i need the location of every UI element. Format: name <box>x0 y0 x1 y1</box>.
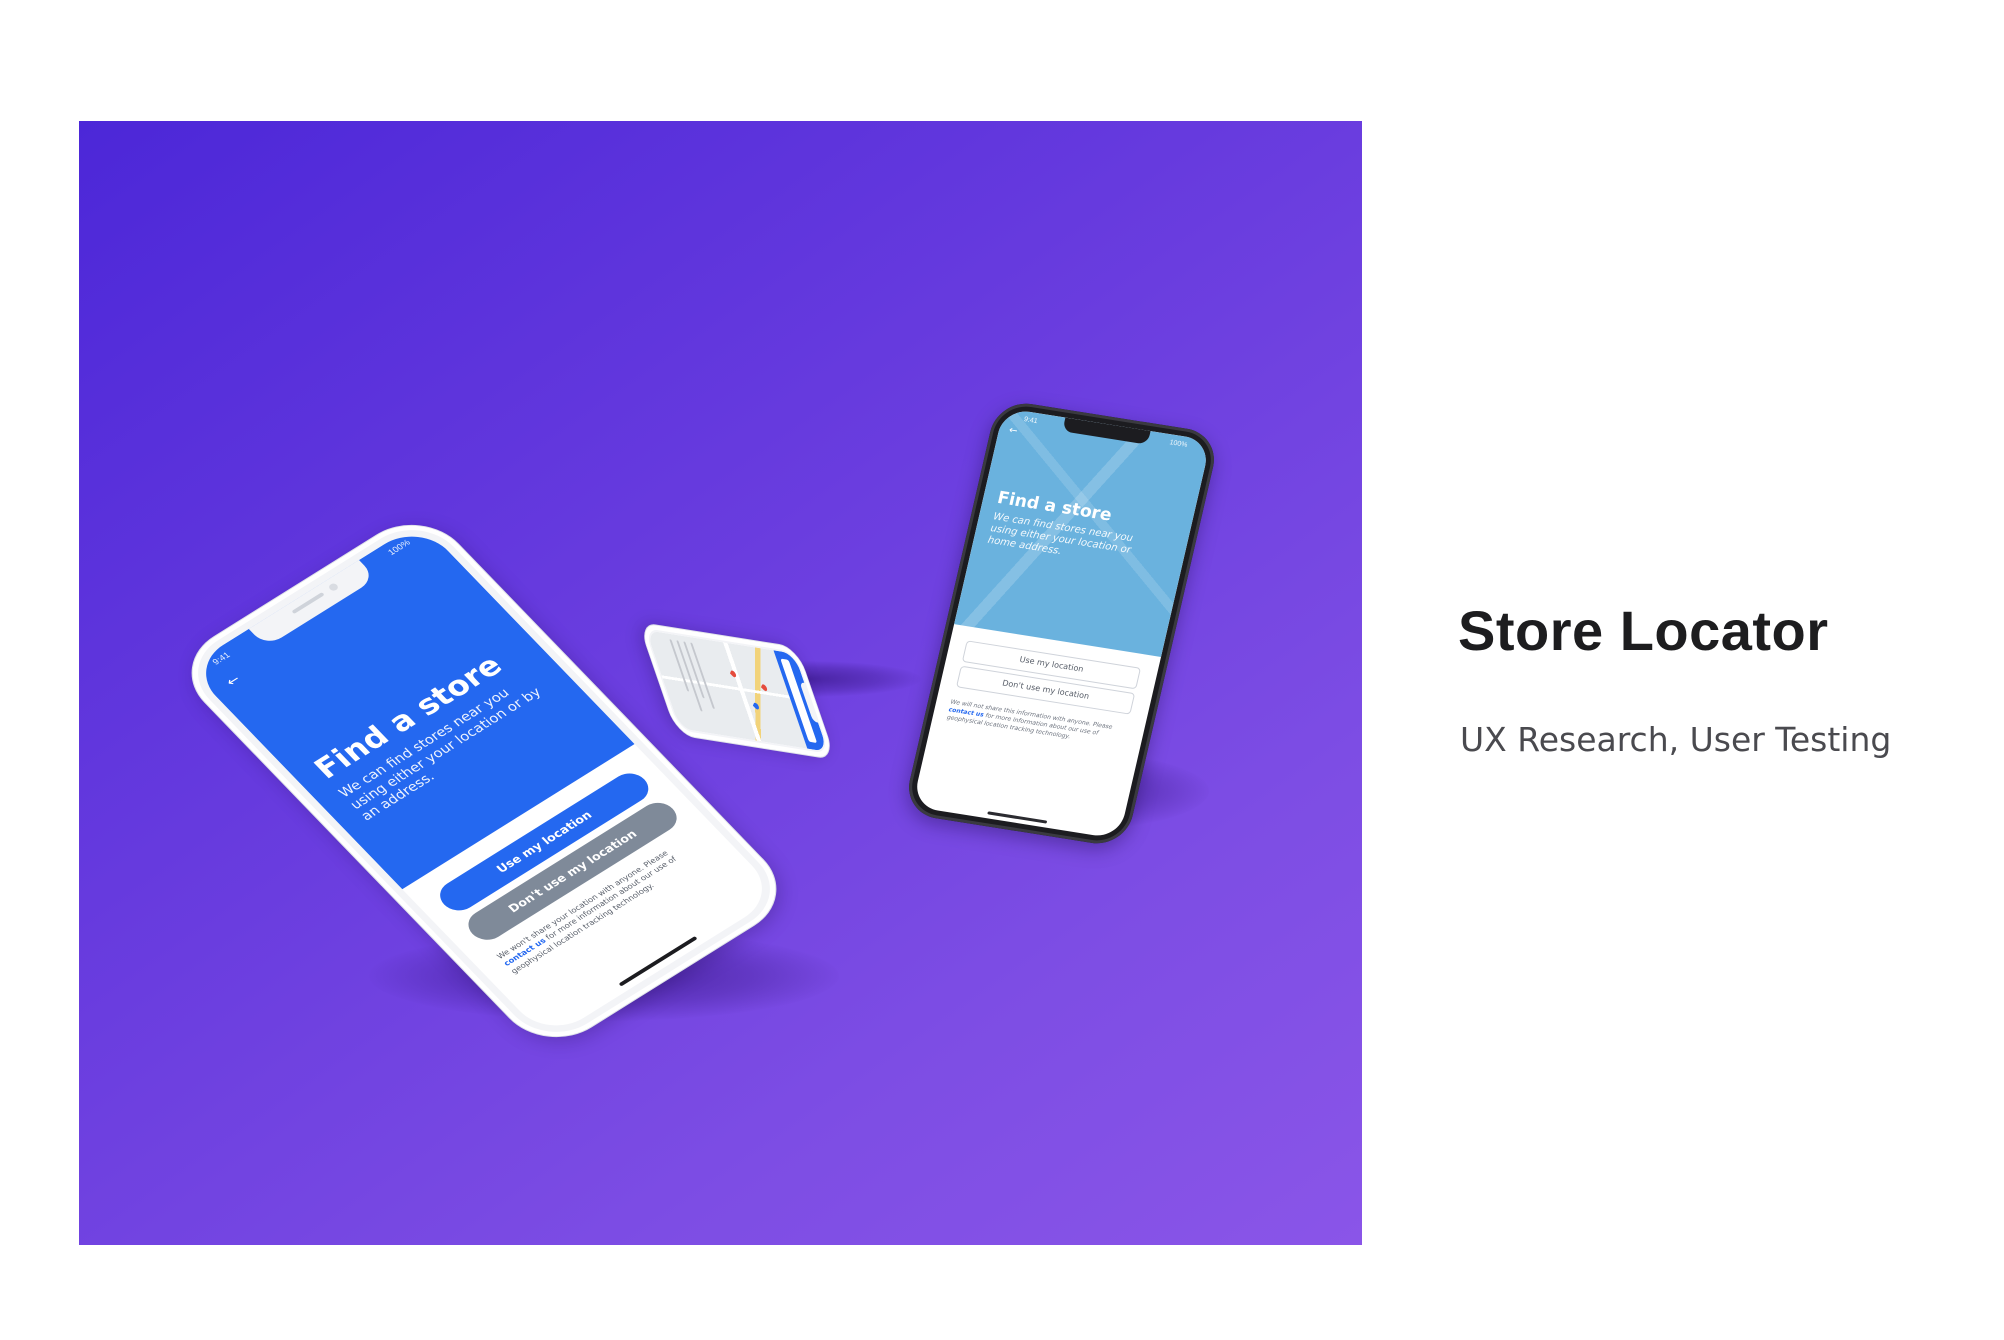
status-time: 9:41 <box>1023 416 1039 426</box>
back-arrow-icon[interactable]: ← <box>1008 425 1019 437</box>
phone-small-screen <box>645 630 829 752</box>
screen-header-area: 9:41 100% ← Find a store We can find sto… <box>954 407 1211 657</box>
front-camera <box>327 582 340 593</box>
status-time: 9:41 <box>210 650 232 667</box>
page: 9:41 100% ← Find a store We can find sto… <box>0 0 2004 1340</box>
project-title: Store Locator <box>1458 599 1829 662</box>
speaker-grille <box>291 592 325 614</box>
phone-front-screen: 9:41 100% ← Find a store We can find sto… <box>187 521 781 1041</box>
screen-subtitle: We can find stores near you using either… <box>986 511 1134 557</box>
status-battery: 100% <box>1168 439 1189 449</box>
hero-mockup-image: 9:41 100% ← Find a store We can find sto… <box>79 121 1362 1245</box>
phone-small-mockup <box>637 621 837 761</box>
status-battery: 100% <box>385 537 413 557</box>
back-arrow-icon[interactable]: ← <box>223 672 244 689</box>
project-tags: UX Research, User Testing <box>1460 720 1892 759</box>
home-indicator <box>986 811 1047 824</box>
